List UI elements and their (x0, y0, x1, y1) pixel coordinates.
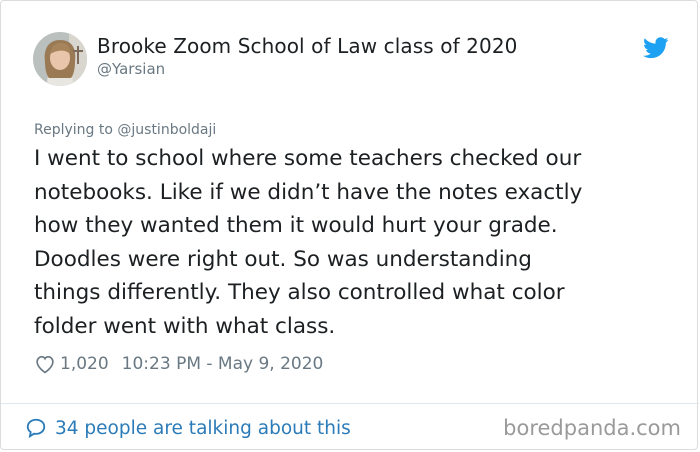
tweet-text-line: folder went with what class. (34, 313, 336, 339)
replying-to-line: Replying to @justinboldaji (34, 122, 216, 138)
avatar[interactable] (33, 32, 87, 86)
tweet-text-line: how they wanted them it would hurt your … (34, 213, 558, 238)
tweet-text: I went to school where some teachers che… (34, 142, 674, 343)
tweet-meta: 1,020 10:23 PM - May 9, 2020 (34, 351, 323, 377)
replying-to-handle-link[interactable]: @justinboldaji (117, 122, 216, 138)
tweet-text-line: Doodles were right out. So was understan… (34, 246, 532, 272)
tweet-text-line: I went to school where some teachers che… (34, 146, 582, 171)
like-count[interactable]: 1,020 (60, 354, 109, 374)
user-photo-icon (33, 32, 87, 86)
twitter-bird-icon[interactable] (643, 37, 669, 59)
tweet-text-line: notebooks. Like if we didn’t have the no… (34, 179, 583, 205)
watermark: boredpanda.com (503, 416, 681, 440)
divider (1, 403, 699, 404)
tweet-card: Brooke Zoom School of Law class of 2020 … (0, 0, 699, 450)
speech-bubble-icon (26, 418, 46, 439)
author-handle[interactable]: @Yarsian (97, 60, 165, 78)
replying-to-label: Replying to (34, 122, 113, 138)
author-display-name[interactable]: Brooke Zoom School of Law class of 2020 (97, 34, 517, 58)
conversation-label: 34 people are talking about this (55, 417, 351, 439)
heart-icon[interactable] (34, 353, 56, 375)
conversation-link[interactable]: 34 people are talking about this (25, 415, 351, 441)
tweet-timestamp[interactable]: 10:23 PM - May 9, 2020 (122, 354, 324, 374)
tweet-text-line: things differently. They also controlled… (34, 280, 565, 305)
